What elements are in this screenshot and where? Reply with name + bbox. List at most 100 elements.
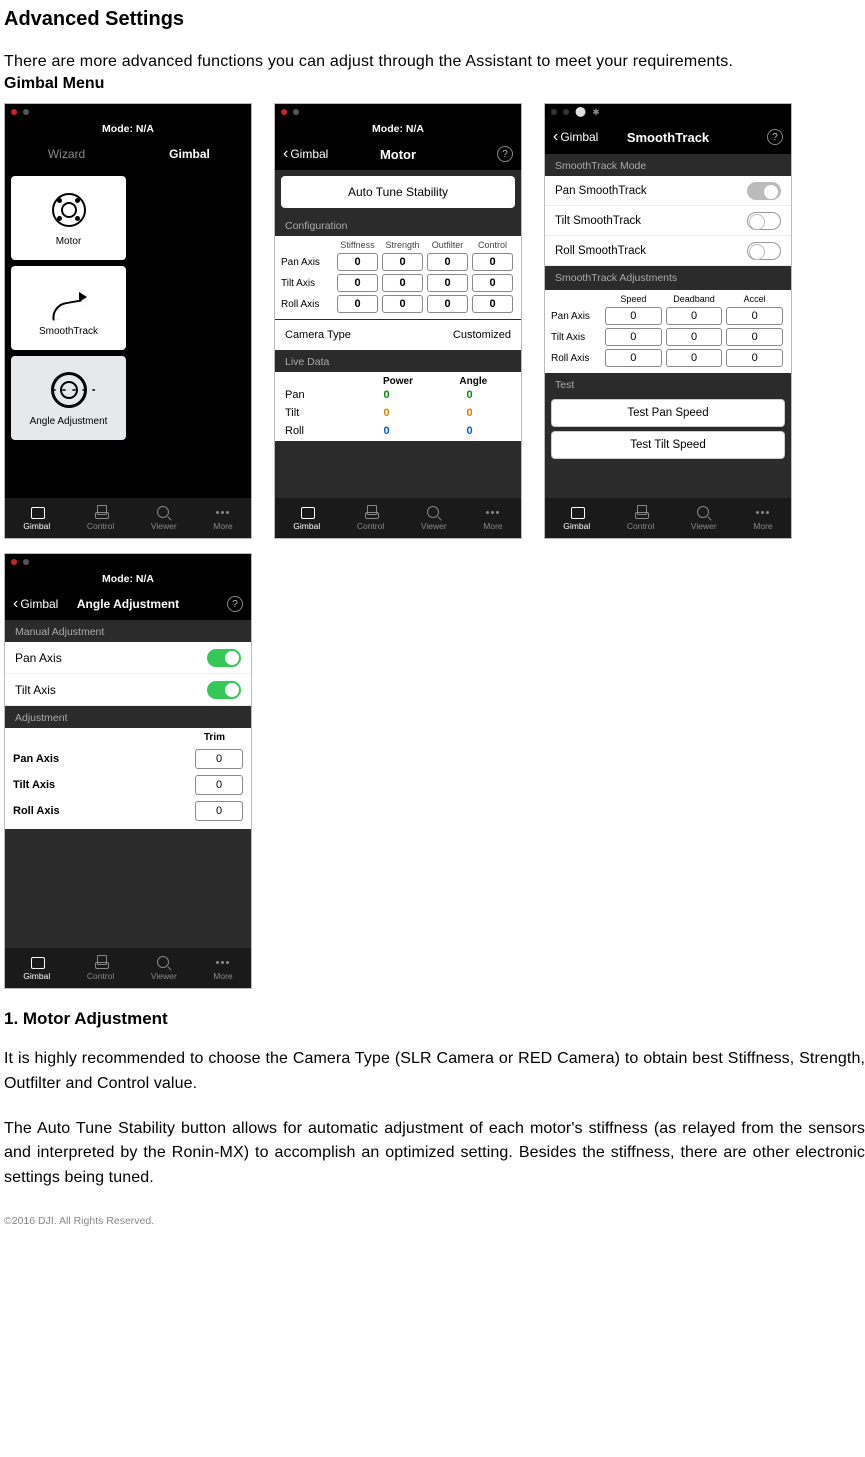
trim-roll-input[interactable]: 0 xyxy=(195,801,243,821)
mode-label: Mode: N/A xyxy=(5,570,251,588)
pan-smoothtrack-row: Pan SmoothTrack xyxy=(545,176,791,206)
st-tilt-label: Tilt Axis xyxy=(551,332,603,343)
trim-tilt-input[interactable]: 0 xyxy=(195,775,243,795)
tab-viewer[interactable]: Viewer xyxy=(421,505,447,531)
test-pan-button[interactable]: Test Pan Speed xyxy=(551,399,785,427)
tilt-control-input[interactable]: 0 xyxy=(472,274,513,292)
st-roll-speed[interactable]: 0 xyxy=(605,349,662,367)
manual-tilt-toggle[interactable] xyxy=(207,681,241,699)
col-power: Power xyxy=(360,376,435,387)
st-pan-label: Pan Axis xyxy=(551,311,603,322)
pan-control-input[interactable]: 0 xyxy=(472,253,513,271)
tilt-smoothtrack-toggle[interactable] xyxy=(747,212,781,230)
manual-pan-row: Pan Axis xyxy=(5,642,251,674)
tab-viewer[interactable]: Viewer xyxy=(151,955,177,981)
manual-pan-toggle[interactable] xyxy=(207,649,241,667)
roll-control-input[interactable]: 0 xyxy=(472,295,513,313)
pan-outfilter-input[interactable]: 0 xyxy=(427,253,468,271)
card-angle-adjustment[interactable]: Angle Adjustment xyxy=(11,356,126,440)
tilt-stiffness-input[interactable]: 0 xyxy=(337,274,378,292)
roll-smoothtrack-toggle[interactable] xyxy=(747,242,781,260)
tab-gimbal[interactable]: Gimbal xyxy=(293,505,320,531)
mode-label: Mode: N/A xyxy=(275,120,521,138)
help-icon[interactable]: ? xyxy=(767,129,783,145)
roll-strength-input[interactable]: 0 xyxy=(382,295,423,313)
back-chevron-icon[interactable]: ‹ xyxy=(553,128,558,146)
tab-control[interactable]: Control xyxy=(627,505,654,531)
tab-more[interactable]: More xyxy=(213,505,232,531)
col-outfilter: Outfilter xyxy=(425,240,470,250)
tilt-smoothtrack-row: Tilt SmoothTrack xyxy=(545,206,791,236)
col-deadband: Deadband xyxy=(664,294,725,304)
col-angle: Angle xyxy=(436,376,511,387)
test-tilt-button[interactable]: Test Tilt Speed xyxy=(551,431,785,459)
help-icon[interactable]: ? xyxy=(227,596,243,612)
back-chevron-icon[interactable]: ‹ xyxy=(283,145,288,163)
smoothtrack-icon xyxy=(49,286,89,314)
tab-more[interactable]: More xyxy=(213,955,232,981)
tab-gimbal[interactable]: Gimbal xyxy=(23,955,50,981)
test-section-label: Test xyxy=(545,373,791,395)
tilt-outfilter-input[interactable]: 0 xyxy=(427,274,468,292)
live-pan-angle: 0 xyxy=(428,389,511,401)
card-motor-label: Motor xyxy=(56,236,82,247)
tab-control[interactable]: Control xyxy=(357,505,384,531)
manual-tilt-row: Tilt Axis xyxy=(5,674,251,706)
manual-pan-label: Pan Axis xyxy=(15,651,62,665)
tab-control[interactable]: Control xyxy=(87,505,114,531)
card-angle-label: Angle Adjustment xyxy=(30,416,108,427)
live-roll-label: Roll xyxy=(285,425,345,437)
back-label[interactable]: Gimbal xyxy=(290,147,328,161)
mode-label: Mode: N/A xyxy=(5,120,251,138)
tab-gimbal[interactable]: Gimbal xyxy=(563,505,590,531)
trim-tilt-label: Tilt Axis xyxy=(13,779,195,791)
col-strength: Strength xyxy=(380,240,425,250)
roll-smoothtrack-row: Roll SmoothTrack xyxy=(545,236,791,266)
seg-gimbal[interactable]: Gimbal xyxy=(128,138,251,170)
st-roll-accel[interactable]: 0 xyxy=(726,349,783,367)
screenshot-row-1: Mode: N/A Wizard Gimbal Motor SmoothTrac… xyxy=(4,103,865,539)
auto-tune-button[interactable]: Auto Tune Stability xyxy=(281,176,515,208)
pan-smoothtrack-toggle[interactable] xyxy=(747,182,781,200)
config-section-label: Configuration xyxy=(275,214,521,236)
tab-gimbal[interactable]: Gimbal xyxy=(23,505,50,531)
motor-icon xyxy=(52,193,86,227)
back-label[interactable]: Gimbal xyxy=(20,597,58,611)
trim-pan-input[interactable]: 0 xyxy=(195,749,243,769)
back-chevron-icon[interactable]: ‹ xyxy=(13,595,18,613)
live-roll-power: 0 xyxy=(345,425,428,437)
row-roll-label: Roll Axis xyxy=(281,299,335,310)
screenshot-smoothtrack: ⚪✱ ‹ Gimbal SmoothTrack ? SmoothTrack Mo… xyxy=(544,103,792,539)
st-tilt-deadband[interactable]: 0 xyxy=(666,328,723,346)
angle-adjustment-label: Adjustment xyxy=(5,706,251,728)
screenshot-angle-adjustment: Mode: N/A ‹ Gimbal Angle Adjustment ? Ma… xyxy=(4,553,252,989)
live-pan-power: 0 xyxy=(345,389,428,401)
manual-tilt-label: Tilt Axis xyxy=(15,683,56,697)
roll-outfilter-input[interactable]: 0 xyxy=(427,295,468,313)
card-motor[interactable]: Motor xyxy=(11,176,126,260)
roll-stiffness-input[interactable]: 0 xyxy=(337,295,378,313)
st-tilt-speed[interactable]: 0 xyxy=(605,328,662,346)
pan-strength-input[interactable]: 0 xyxy=(382,253,423,271)
camera-type-row[interactable]: Camera Type Customized xyxy=(275,320,521,350)
col-accel: Accel xyxy=(724,294,785,304)
st-roll-deadband[interactable]: 0 xyxy=(666,349,723,367)
st-pan-deadband[interactable]: 0 xyxy=(666,307,723,325)
live-tilt-power: 0 xyxy=(345,407,428,419)
pan-stiffness-input[interactable]: 0 xyxy=(337,253,378,271)
help-icon[interactable]: ? xyxy=(497,146,513,162)
tab-control[interactable]: Control xyxy=(87,955,114,981)
tab-viewer[interactable]: Viewer xyxy=(151,505,177,531)
tab-more[interactable]: More xyxy=(483,505,502,531)
tab-more[interactable]: More xyxy=(753,505,772,531)
tilt-strength-input[interactable]: 0 xyxy=(382,274,423,292)
trim-pan-label: Pan Axis xyxy=(13,753,195,765)
seg-wizard[interactable]: Wizard xyxy=(5,138,128,170)
card-smoothtrack[interactable]: SmoothTrack xyxy=(11,266,126,350)
back-label[interactable]: Gimbal xyxy=(560,130,598,144)
intro-text: There are more advanced functions you ca… xyxy=(4,53,865,71)
st-pan-speed[interactable]: 0 xyxy=(605,307,662,325)
st-tilt-accel[interactable]: 0 xyxy=(726,328,783,346)
tab-viewer[interactable]: Viewer xyxy=(691,505,717,531)
st-pan-accel[interactable]: 0 xyxy=(726,307,783,325)
